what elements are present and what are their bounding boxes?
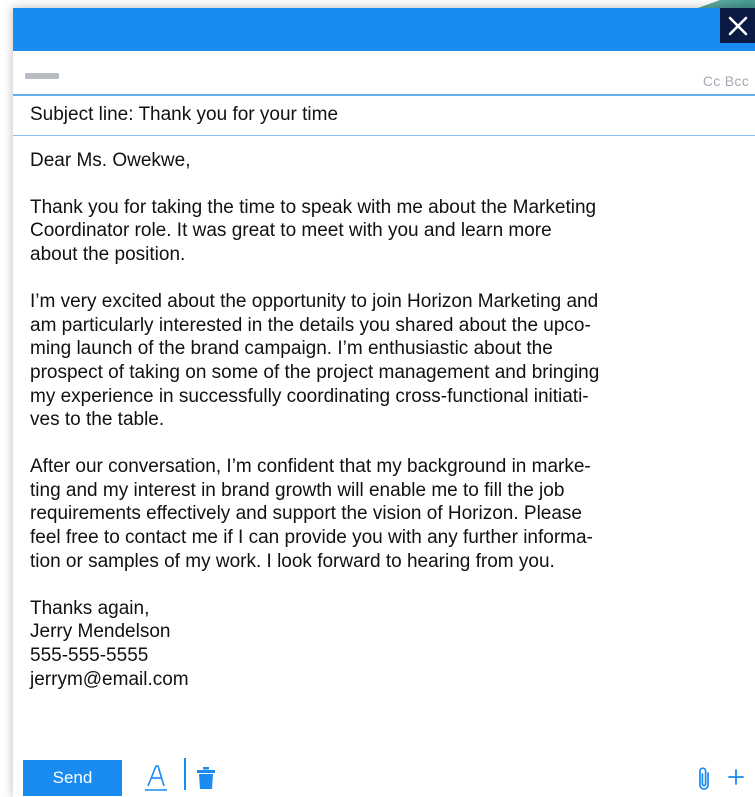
delete-button[interactable] [196,766,216,790]
body-line: requirements effectively and support the… [30,503,583,525]
screen: Cc Bcc Subject line: Thank you for your … [0,0,755,797]
body-line: tion or samples of my work. I look forwa… [30,550,555,572]
title-bar [13,8,755,51]
compose-toolbar: Send [13,754,755,797]
signature: Thanks again, Jerry Mendelson 555-555-55… [30,597,730,692]
body-line: After our conversation, I’m confident th… [30,456,591,478]
body-line: I’m very excited about the opportunity t… [30,290,599,312]
body-line: am particularly interested in the detail… [30,314,591,336]
body-line: ves to the table. [30,409,165,431]
greeting-line: Dear Ms. Owekwe, [30,150,191,171]
close-icon [728,16,747,35]
toolbar-divider [184,758,186,790]
email-compose-window: Cc Bcc Subject line: Thank you for your … [13,8,755,797]
plus-icon [728,769,744,785]
to-field[interactable]: Cc Bcc [13,51,755,96]
greeting: Dear Ms. Owekwe, [30,149,730,173]
signature-email: jerrym@email.com [30,668,189,690]
close-button[interactable] [720,8,755,43]
body-paragraph-3: After our conversation, I’m confident th… [30,455,730,574]
attach-button[interactable] [695,766,713,792]
body-paragraph-1: Thank you for taking the time to speak w… [30,196,730,267]
paperclip-icon [699,767,709,790]
text-format-button[interactable] [143,762,169,792]
signature-phone: 555-555-5555 [30,644,149,666]
signature-name: Jerry Mendelson [30,621,171,643]
body-line: prospect of taking on some of the projec… [30,361,600,383]
subject-text: Subject line: Thank you for your time [30,104,339,125]
recipient-placeholder [25,73,59,79]
signature-line: Thanks again, [30,597,150,619]
add-button[interactable] [725,766,747,788]
text-format-icon [145,765,167,791]
body-line: ming launch of the brand campaign. I’m e… [30,338,553,360]
body-line: ting and my interest in brand growth wil… [30,479,565,501]
body-paragraph-2: I’m very excited about the opportunity t… [30,290,730,432]
body-line: about the position. [30,244,186,266]
cc-bcc-toggle[interactable]: Cc Bcc [703,73,749,89]
subject-field[interactable]: Subject line: Thank you for your time [13,96,755,136]
body-line: feel free to contact me if I can provide… [30,527,593,549]
body-line: Coordinator role. It was great to meet w… [30,220,552,242]
body-line: Thank you for taking the time to speak w… [30,196,597,218]
trash-icon [197,767,215,789]
send-button[interactable]: Send [23,760,122,796]
message-body[interactable]: Dear Ms. Owekwe, Thank you for taking th… [30,149,730,714]
body-line: my experience in successfully coordinati… [30,385,589,407]
